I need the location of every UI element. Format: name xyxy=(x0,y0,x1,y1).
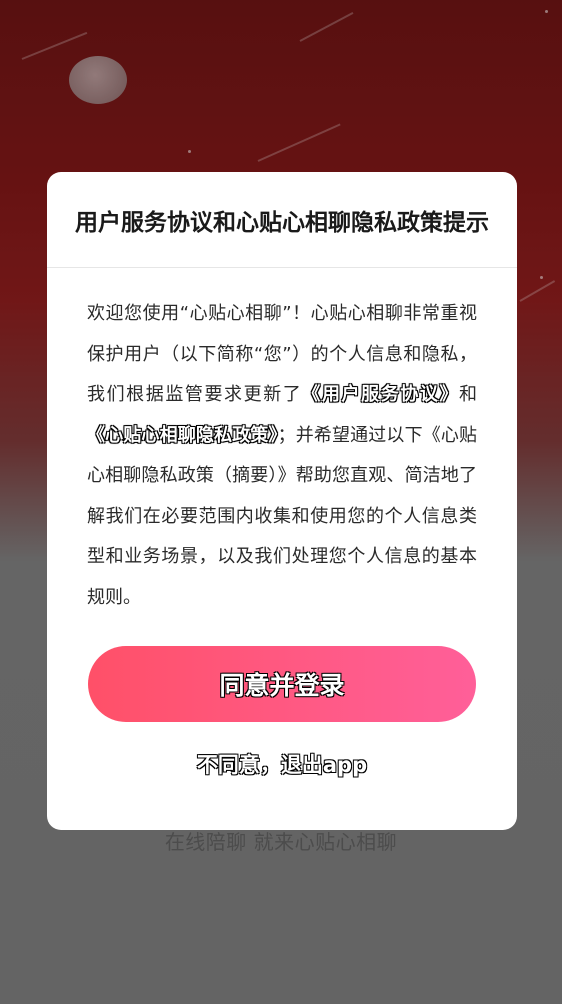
privacy-policy-link[interactable]: 《心贴心相聊隐私政策》 xyxy=(87,425,278,446)
terms-link[interactable]: 《用户服务协议》 xyxy=(302,384,459,405)
dialog-title: 用户服务协议和心贴心相聊隐私政策提示 xyxy=(47,172,517,268)
disagree-exit-button[interactable]: 不同意，退出app xyxy=(47,744,517,784)
dialog-body: 欢迎您使用“心贴心相聊”！心贴心相聊非常重视保护用户（以下简称“您”）的个人信息… xyxy=(47,268,517,618)
body-text: 和 xyxy=(459,384,478,405)
body-text: ；并希望通过以下《心贴心相聊隐私政策（摘要）》帮助您直观、简洁地了解我们在必要范… xyxy=(87,424,478,608)
agree-login-button[interactable]: 同意并登录 xyxy=(88,646,476,722)
privacy-dialog: 用户服务协议和心贴心相聊隐私政策提示 欢迎您使用“心贴心相聊”！心贴心相聊非常重… xyxy=(47,172,517,830)
